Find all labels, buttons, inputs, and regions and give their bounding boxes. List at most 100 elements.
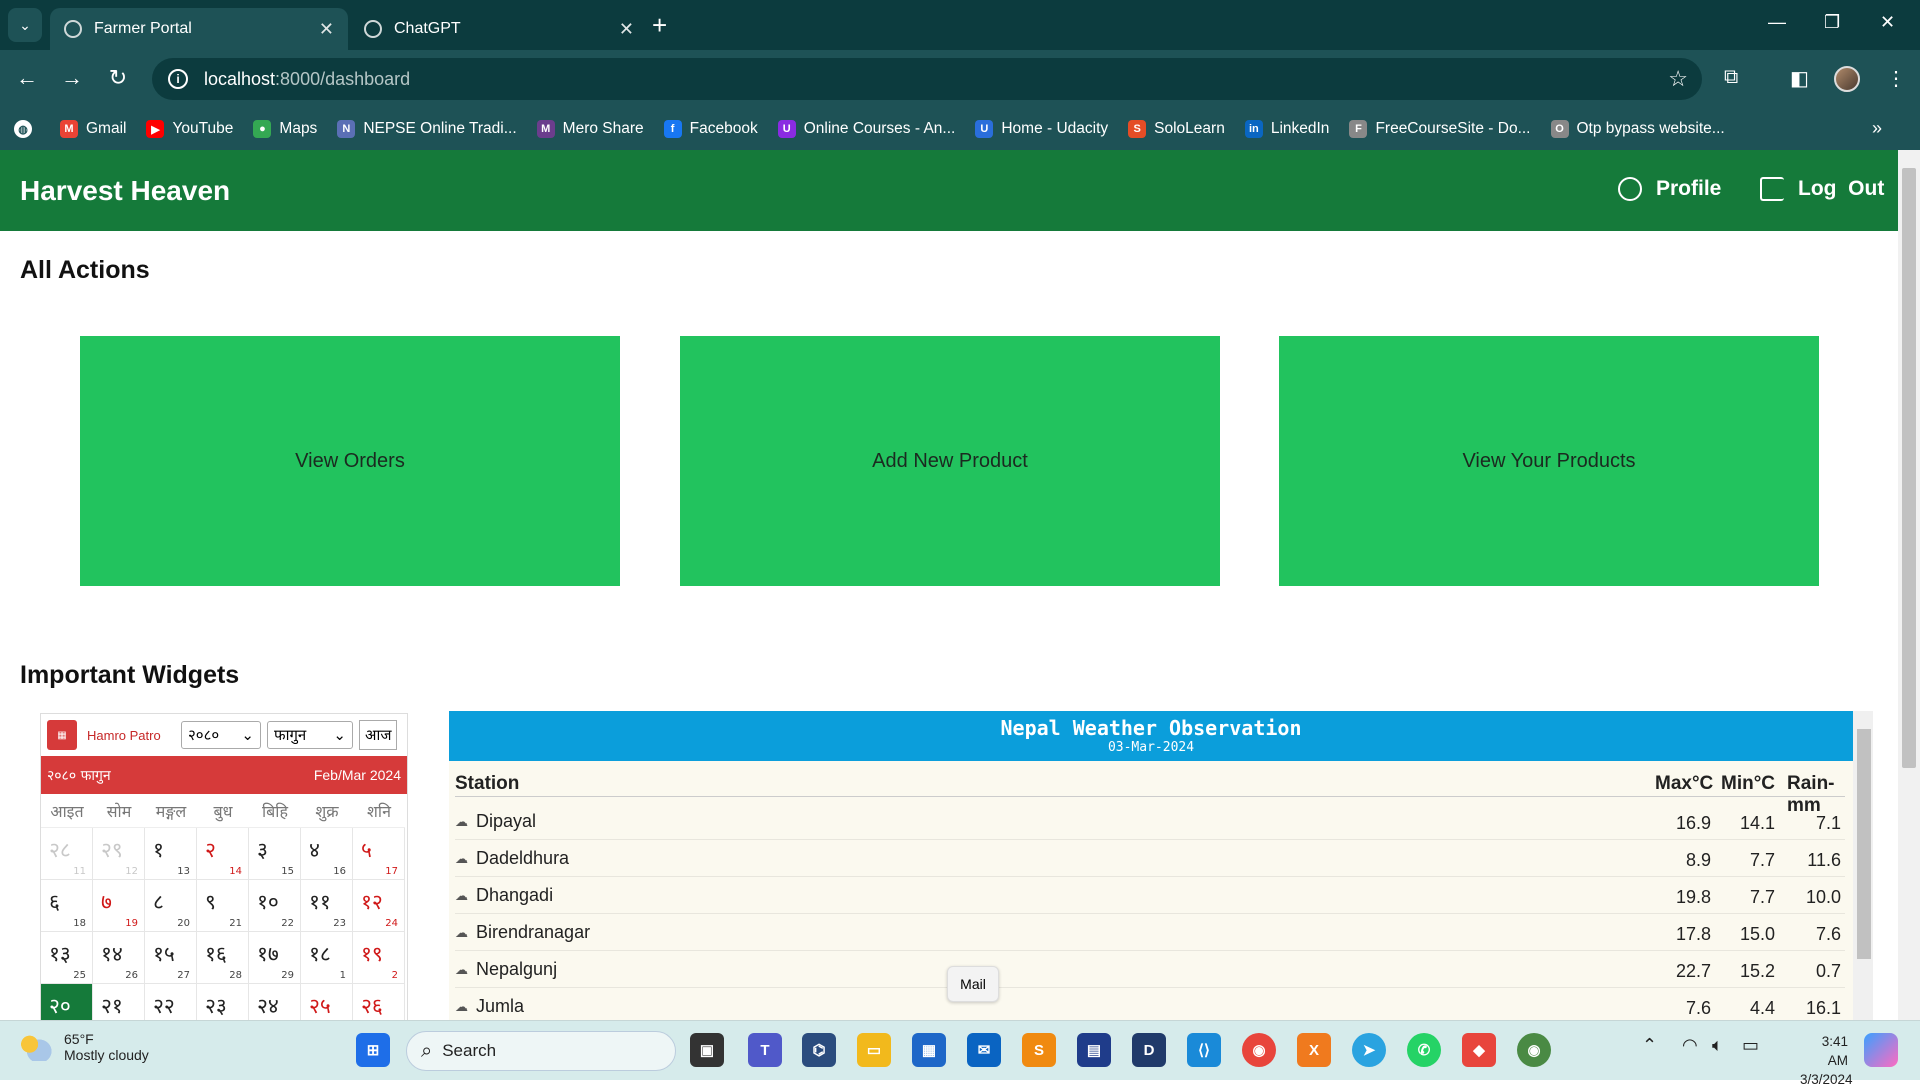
add-new-product-card[interactable]: Add New Product xyxy=(680,336,1220,586)
weather-scrollbar[interactable] xyxy=(1853,711,1873,1020)
minimize-button[interactable]: — xyxy=(1768,12,1786,33)
show-hidden-icons[interactable]: ⌃ xyxy=(1642,1035,1657,1056)
calendar-day[interactable]: १० 22 xyxy=(249,880,301,932)
calendar-day[interactable]: १३ 25 xyxy=(41,932,93,984)
task-view-icon[interactable]: ▣ xyxy=(690,1033,724,1067)
calendar-day[interactable]: १ 13 xyxy=(145,828,197,880)
devtools-icon[interactable]: ▤ xyxy=(1077,1033,1111,1067)
mysql-icon[interactable]: ⌬ xyxy=(802,1033,836,1067)
site-info-icon[interactable]: i xyxy=(168,69,188,89)
today-button[interactable]: आज xyxy=(359,720,398,750)
bookmark-item[interactable]: O Otp bypass website... xyxy=(1550,120,1725,138)
bookmark-item[interactable]: S SoloLearn xyxy=(1128,120,1225,138)
bookmark-globe[interactable]: ◍ xyxy=(14,120,40,138)
volume-icon[interactable]: 🔈︎ xyxy=(1712,1035,1723,1056)
bookmark-item[interactable]: F FreeCourseSite - Do... xyxy=(1349,120,1531,138)
tab-search-button[interactable]: ⌄ xyxy=(8,8,42,42)
view-orders-card[interactable]: View Orders xyxy=(80,336,620,586)
calendar-day[interactable]: २६9 xyxy=(353,984,405,1020)
bookmark-item[interactable]: ▶ YouTube xyxy=(146,120,233,138)
page-scrollbar[interactable] xyxy=(1898,150,1920,1020)
calendar-day[interactable]: २४7 xyxy=(249,984,301,1020)
copilot-icon[interactable] xyxy=(1864,1033,1898,1067)
menu-icon[interactable]: ⋮ xyxy=(1886,66,1906,91)
scroll-thumb[interactable] xyxy=(1857,729,1871,959)
weather-widget-taskbar[interactable]: 65°F Mostly cloudy xyxy=(20,1031,149,1063)
vscode-icon[interactable]: ⟨⟩ xyxy=(1187,1033,1221,1067)
calendar-day[interactable]: ८ 20 xyxy=(145,880,197,932)
bookmark-item[interactable]: U Online Courses - An... xyxy=(777,120,955,138)
battery-icon[interactable]: ▭ xyxy=(1742,1035,1759,1056)
calendar-day[interactable]: २३6 xyxy=(197,984,249,1020)
month-select[interactable]: फागुन ⌄ xyxy=(267,721,353,749)
url-input[interactable]: i localhost:8000/dashboard ☆ xyxy=(152,58,1702,100)
teams-icon[interactable]: T xyxy=(748,1033,782,1067)
store-icon[interactable]: ▦ xyxy=(912,1033,946,1067)
calendar-day[interactable]: १२ 24 xyxy=(353,880,405,932)
anydesk-icon[interactable]: ◆ xyxy=(1462,1033,1496,1067)
calendar-day[interactable]: २८ 11 xyxy=(41,828,93,880)
calendar-day[interactable]: ३ 15 xyxy=(249,828,301,880)
forward-button[interactable]: → xyxy=(57,64,87,92)
file-explorer-icon[interactable]: ▭ xyxy=(857,1033,891,1067)
calendar-day[interactable]: १५ 27 xyxy=(145,932,197,984)
chrome-profile-icon[interactable]: ◉ xyxy=(1517,1033,1551,1067)
calendar-day[interactable]: २२5 xyxy=(145,984,197,1020)
calendar-day[interactable]: २९ 12 xyxy=(93,828,145,880)
logout-link[interactable]: Log Out xyxy=(1760,177,1884,201)
calendar-day[interactable]: ६ 18 xyxy=(41,880,93,932)
profile-avatar[interactable] xyxy=(1834,66,1860,92)
taskbar-clock[interactable]: 3:41 AM 3/3/2024 xyxy=(1800,1032,1853,1089)
calendar-day[interactable]: ५ 17 xyxy=(353,828,405,880)
calendar-day[interactable]: ११ 23 xyxy=(301,880,353,932)
start-icon[interactable]: ⊞ xyxy=(356,1033,390,1067)
calendar-day[interactable]: ४ 16 xyxy=(301,828,353,880)
tab-farmer-portal[interactable]: Farmer Portal ✕ xyxy=(50,8,348,50)
side-panel-icon[interactable]: ◧ xyxy=(1790,66,1809,91)
taskbar-search[interactable]: ⌕ Search xyxy=(406,1031,676,1071)
bookmark-item[interactable]: in LinkedIn xyxy=(1244,120,1329,138)
restore-button[interactable]: ❐ xyxy=(1824,12,1840,33)
calendar-day[interactable]: १६ 28 xyxy=(197,932,249,984)
bookmark-star-icon[interactable]: ☆ xyxy=(1668,66,1688,92)
calendar-day[interactable]: २०3 xyxy=(41,984,93,1020)
calendar-day[interactable]: ९ 21 xyxy=(197,880,249,932)
telegram-icon[interactable]: ➤ xyxy=(1352,1033,1386,1067)
more-bookmarks-icon[interactable]: » xyxy=(1872,118,1882,139)
reload-button[interactable]: ↻ xyxy=(103,64,133,92)
year-select[interactable]: २०८० ⌄ xyxy=(181,721,261,749)
close-window-button[interactable]: ✕ xyxy=(1880,12,1895,33)
sublime-icon[interactable]: S xyxy=(1022,1033,1056,1067)
calendar-day[interactable]: १७ 29 xyxy=(249,932,301,984)
calendar-day[interactable]: २ 14 xyxy=(197,828,249,880)
bookmark-item[interactable]: f Facebook xyxy=(663,120,758,138)
calendar-day[interactable]: १८ 1 xyxy=(301,932,353,984)
calendar-day[interactable]: २५8 xyxy=(301,984,353,1020)
mail-icon[interactable]: ✉ xyxy=(967,1033,1001,1067)
close-tab-icon[interactable]: ✕ xyxy=(619,19,634,40)
scroll-thumb[interactable] xyxy=(1902,168,1916,768)
calendar-grid: आइत सोम मङ्गल बुध बिहि शुक्र शनि २८ 11 २९ 12 १ 13 २ 14… xyxy=(41,794,407,1020)
wifi-icon[interactable]: ◠ xyxy=(1682,1035,1698,1056)
calendar-day[interactable]: ७ 19 xyxy=(93,880,145,932)
calendar-day[interactable]: २१4 xyxy=(93,984,145,1020)
bookmark-item[interactable]: M Gmail xyxy=(60,120,126,138)
calendar-day[interactable]: १४ 26 xyxy=(93,932,145,984)
devhome-icon[interactable]: D xyxy=(1132,1033,1166,1067)
bookmark-item[interactable]: ● Maps xyxy=(253,120,317,138)
tab-chatgpt[interactable]: ChatGPT ✕ xyxy=(350,8,648,50)
bookmark-item[interactable]: N NEPSE Online Tradi... xyxy=(337,120,517,138)
back-button[interactable]: ← xyxy=(12,64,42,92)
whatsapp-icon[interactable]: ✆ xyxy=(1407,1033,1441,1067)
close-tab-icon[interactable]: ✕ xyxy=(319,19,334,40)
profile-link[interactable]: Profile xyxy=(1618,177,1721,201)
calendar-day[interactable]: १९ 2 xyxy=(353,932,405,984)
new-tab-button[interactable]: + xyxy=(652,10,667,40)
bookmark-item[interactable]: U Home - Udacity xyxy=(975,120,1108,138)
view-your-products-card[interactable]: View Your Products xyxy=(1279,336,1819,586)
chrome-icon[interactable]: ◉ xyxy=(1242,1033,1276,1067)
station-cell: ☁ Nepalgunj xyxy=(455,959,557,980)
bookmark-item[interactable]: M Mero Share xyxy=(536,120,644,138)
extensions-icon[interactable]: ⧉ xyxy=(1724,66,1738,89)
xampp-icon[interactable]: X xyxy=(1297,1033,1331,1067)
